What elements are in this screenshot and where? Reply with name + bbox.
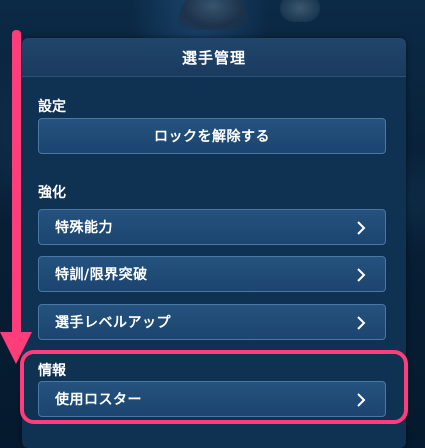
annotation-highlight-box bbox=[20, 350, 408, 424]
special-ability-label: 特殊能力 bbox=[55, 220, 113, 236]
unlock-button[interactable]: ロックを解除する bbox=[38, 118, 386, 154]
chevron-right-icon bbox=[357, 221, 366, 235]
training-limit-break-label: 特訓/限界突破 bbox=[55, 267, 148, 283]
player-level-up-label: 選手レベルアップ bbox=[55, 315, 171, 331]
background-bat-figure bbox=[280, 0, 320, 22]
player-level-up-button[interactable]: 選手レベルアップ bbox=[38, 304, 386, 340]
panel-title: 選手管理 bbox=[22, 38, 406, 77]
chevron-right-icon bbox=[357, 268, 366, 282]
section-label-enhance: 強化 bbox=[38, 185, 66, 201]
training-limit-break-button[interactable]: 特訓/限界突破 bbox=[38, 256, 386, 292]
special-ability-button[interactable]: 特殊能力 bbox=[38, 209, 386, 245]
background-player-figure bbox=[178, 0, 248, 30]
section-label-settings: 設定 bbox=[38, 99, 66, 115]
chevron-right-icon bbox=[357, 316, 366, 330]
annotation-arrow-line bbox=[12, 30, 21, 350]
unlock-button-label: ロックを解除する bbox=[154, 129, 270, 145]
